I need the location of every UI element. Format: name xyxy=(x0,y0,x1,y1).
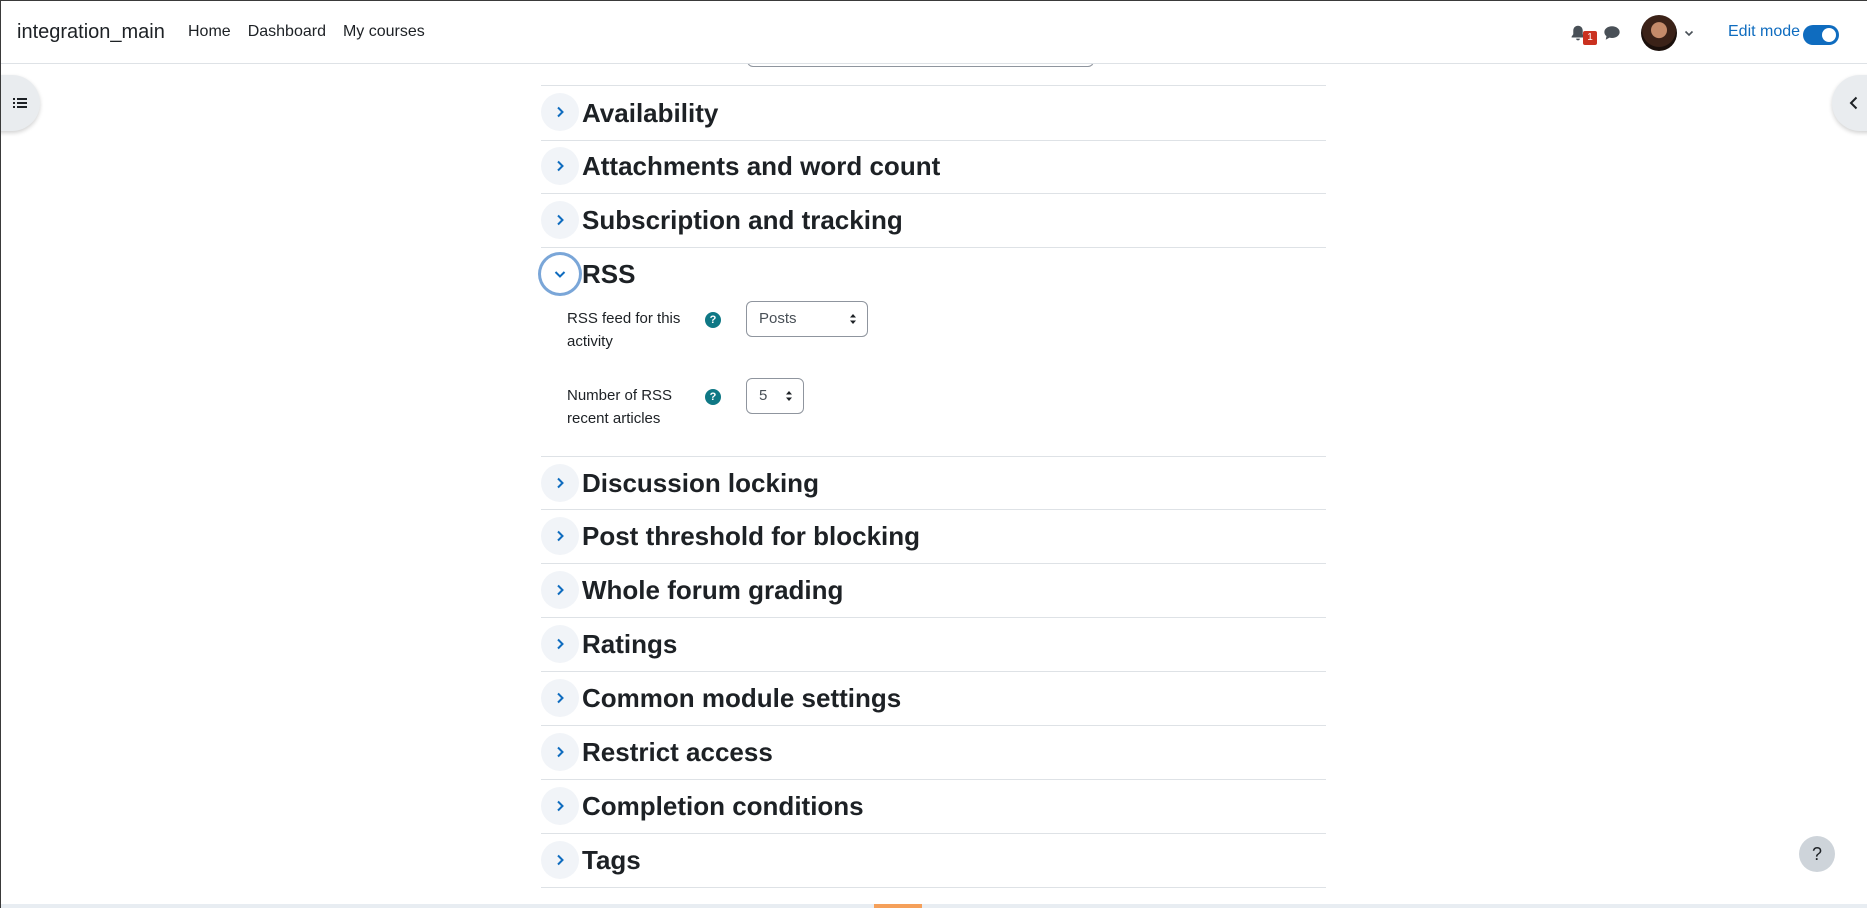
section-discussion-locking: Discussion locking xyxy=(541,457,1326,510)
section-toggle-button[interactable] xyxy=(541,679,579,717)
edit-mode-label[interactable]: Edit mode xyxy=(1728,23,1800,41)
chevron-right-icon xyxy=(557,746,564,758)
window-top-edge xyxy=(0,0,1867,1)
chevron-right-icon xyxy=(557,584,564,596)
section-completion-conditions: Completion conditions xyxy=(541,780,1326,834)
section-title[interactable]: Attachments and word count xyxy=(582,151,940,182)
notification-count-badge: 1 xyxy=(1583,31,1597,45)
nav-my-courses-link[interactable]: My courses xyxy=(343,23,425,41)
top-navbar: integration_main Home Dashboard My cours… xyxy=(0,0,1867,64)
primary-navigation: Home Dashboard My courses xyxy=(188,23,425,41)
chevron-right-icon xyxy=(557,530,564,542)
rss-articles-label: Number of RSS recent articles xyxy=(567,387,673,427)
section-title[interactable]: Ratings xyxy=(582,629,677,660)
window-left-edge xyxy=(0,0,1,908)
section-title[interactable]: Post threshold for blocking xyxy=(582,521,920,552)
nav-home-link[interactable]: Home xyxy=(188,23,231,41)
help-icon[interactable]: ? xyxy=(705,389,721,405)
section-title[interactable]: Subscription and tracking xyxy=(582,205,903,236)
user-avatar[interactable] xyxy=(1641,15,1677,51)
chevron-right-icon xyxy=(557,692,564,704)
section-toggle-button[interactable] xyxy=(541,255,579,293)
chevron-down-icon xyxy=(554,271,566,278)
chevron-right-icon xyxy=(557,106,564,118)
section-availability: Availability xyxy=(541,85,1326,141)
section-title[interactable]: Availability xyxy=(582,98,718,129)
bottom-edge-accent xyxy=(874,904,922,908)
section-toggle-button[interactable] xyxy=(541,201,579,239)
bottom-edge-strip xyxy=(0,904,1867,908)
section-toggle-button[interactable] xyxy=(541,571,579,609)
chevron-right-icon xyxy=(557,477,564,489)
open-block-drawer-button[interactable] xyxy=(1832,75,1867,131)
select-arrows-icon xyxy=(786,391,792,401)
open-course-index-button[interactable] xyxy=(0,75,40,131)
section-title[interactable]: Tags xyxy=(582,845,641,876)
section-rss: RSS RSS feed for this activity ? Posts N… xyxy=(541,248,1326,457)
section-toggle-button[interactable] xyxy=(541,841,579,879)
chevron-right-icon xyxy=(557,854,564,866)
chevron-left-icon xyxy=(1849,96,1858,110)
chevron-right-icon xyxy=(557,800,564,812)
chevron-right-icon xyxy=(557,214,564,226)
section-attachments: Attachments and word count xyxy=(541,140,1326,194)
section-title[interactable]: Discussion locking xyxy=(582,468,819,499)
nav-dashboard-link[interactable]: Dashboard xyxy=(248,23,326,41)
section-subscription: Subscription and tracking xyxy=(541,194,1326,248)
site-brand[interactable]: integration_main xyxy=(17,21,165,44)
section-toggle-button[interactable] xyxy=(541,625,579,663)
rss-feed-select-value: Posts xyxy=(759,310,797,327)
chevron-right-icon xyxy=(557,638,564,650)
section-title[interactable]: RSS xyxy=(582,259,635,290)
section-tags: Tags xyxy=(541,834,1326,888)
chat-icon[interactable] xyxy=(1603,24,1621,42)
section-restrict-access: Restrict access xyxy=(541,726,1326,780)
rss-articles-select-value: 5 xyxy=(759,387,768,404)
list-icon xyxy=(13,98,27,108)
help-icon[interactable]: ? xyxy=(705,312,721,328)
section-toggle-button[interactable] xyxy=(541,787,579,825)
section-title[interactable]: Completion conditions xyxy=(582,791,864,822)
section-title[interactable]: Restrict access xyxy=(582,737,773,768)
section-toggle-button[interactable] xyxy=(541,517,579,555)
rss-feed-label: RSS feed for this activity xyxy=(567,310,681,350)
section-title[interactable]: Whole forum grading xyxy=(582,575,843,606)
chevron-down-icon[interactable] xyxy=(1683,27,1695,39)
section-post-threshold: Post threshold for blocking xyxy=(541,510,1326,564)
rss-feed-select[interactable]: Posts xyxy=(746,301,868,337)
section-common-module-settings: Common module settings xyxy=(541,672,1326,726)
section-whole-forum-grading: Whole forum grading xyxy=(541,564,1326,618)
rss-articles-select[interactable]: 5 xyxy=(746,378,804,414)
section-title[interactable]: Common module settings xyxy=(582,683,901,714)
select-arrows-icon xyxy=(850,314,856,324)
chevron-right-icon xyxy=(557,160,564,172)
section-toggle-button[interactable] xyxy=(541,147,579,185)
section-toggle-button[interactable] xyxy=(541,93,579,131)
page-help-button[interactable]: ? xyxy=(1799,836,1835,872)
section-ratings: Ratings xyxy=(541,618,1326,672)
section-toggle-button[interactable] xyxy=(541,733,579,771)
section-toggle-button[interactable] xyxy=(541,464,579,502)
edit-mode-toggle[interactable] xyxy=(1803,25,1839,45)
